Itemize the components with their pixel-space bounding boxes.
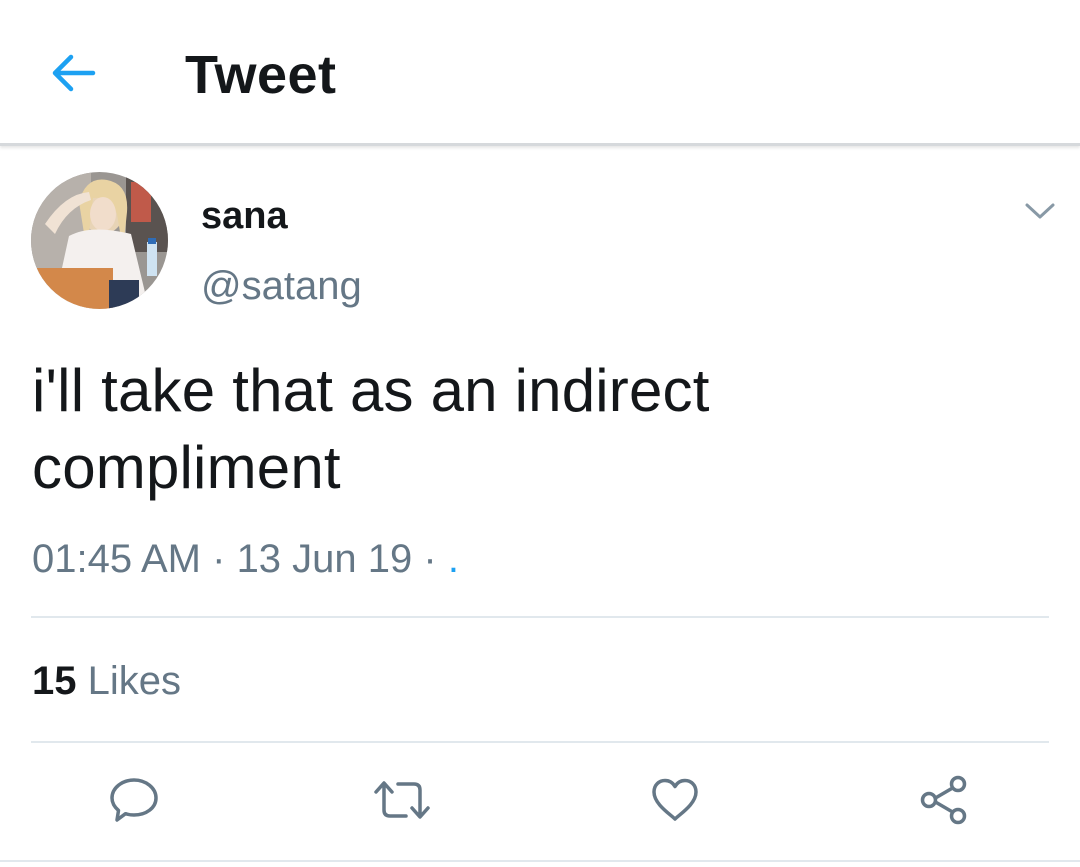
top-app-bar: Tweet	[0, 0, 1080, 146]
likes-stat[interactable]: 15 Likes	[32, 656, 181, 706]
avatar[interactable]	[31, 172, 168, 309]
divider	[0, 860, 1080, 862]
back-button[interactable]	[44, 44, 102, 102]
meta-separator: ·	[201, 537, 237, 581]
tweet-detail-screen: Tweet sana @satang i'll take that as an …	[0, 0, 1080, 867]
author-name[interactable]: sana	[201, 193, 288, 239]
share-icon	[920, 775, 967, 825]
meta-separator: ·	[412, 537, 448, 581]
retweet-button[interactable]	[372, 772, 432, 828]
profile-photo	[31, 172, 168, 309]
author-handle[interactable]: @satang	[201, 262, 362, 310]
page-title: Tweet	[185, 45, 337, 105]
arrow-left-icon	[52, 54, 96, 92]
reply-button[interactable]	[104, 772, 164, 828]
like-button[interactable]	[645, 772, 705, 828]
divider	[31, 616, 1049, 618]
tweet-time: 01:45 AM	[32, 537, 202, 581]
likes-count: 15	[32, 659, 77, 703]
chevron-down-icon	[1025, 203, 1055, 219]
heart-icon	[652, 778, 698, 821]
likes-label: Likes	[87, 659, 182, 703]
share-button[interactable]	[914, 772, 974, 828]
retweet-icon	[374, 781, 430, 819]
reply-bubble-icon	[110, 778, 158, 822]
tweet-menu-button[interactable]	[1018, 193, 1062, 229]
tweet-date: 13 Jun 19	[236, 537, 413, 581]
tweet-source-link[interactable]: .	[448, 537, 459, 581]
divider	[31, 741, 1049, 743]
tweet-text: i'll take that as an indirect compliment	[32, 357, 710, 501]
tweet-timestamp: 01:45 AM · 13 Jun 19 · .	[32, 534, 459, 584]
